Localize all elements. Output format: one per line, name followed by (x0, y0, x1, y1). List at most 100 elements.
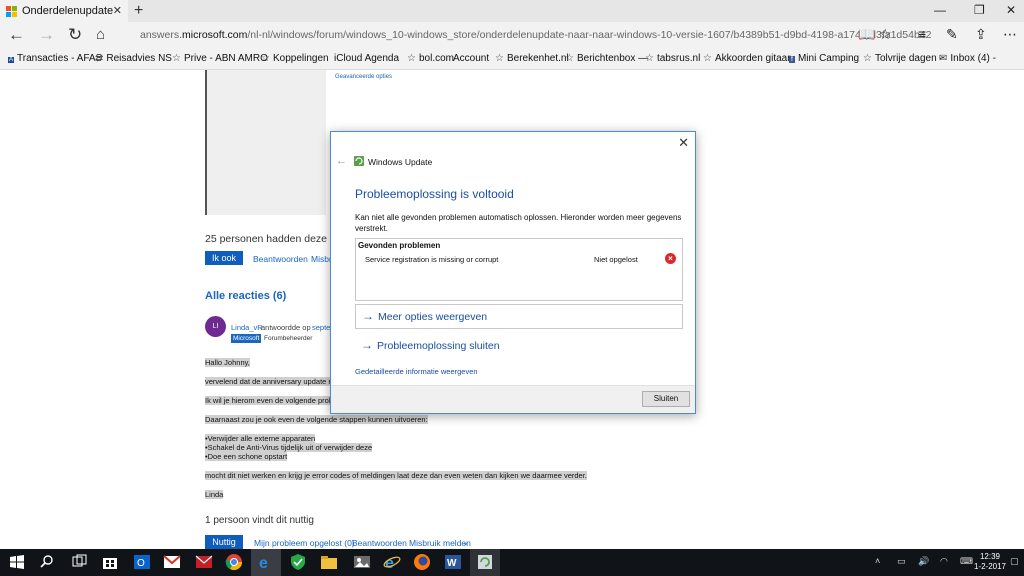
back-arrow-icon[interactable]: ← (8, 25, 25, 45)
start-icon[interactable] (8, 553, 26, 571)
new-tab-button[interactable]: + (134, 2, 143, 20)
outlook-icon[interactable]: O (133, 553, 151, 571)
useful-button[interactable]: Nuttig (205, 535, 243, 549)
svg-text:O: O (137, 558, 145, 569)
reply-bullet-1: •Verwijder alle externe apparaten (205, 434, 316, 443)
answer-link-2[interactable]: Beantwoorden (352, 538, 407, 548)
web-note-icon[interactable]: ✎ (946, 26, 958, 43)
url-domain: microsoft.com (182, 29, 248, 41)
clock-time: 12:39 (979, 552, 1000, 561)
arrow-right-icon: → (361, 338, 373, 352)
network-icon[interactable]: ▭ (897, 556, 906, 567)
shield-icon[interactable] (289, 553, 307, 571)
hub-icon[interactable]: ≡ (918, 26, 926, 42)
edge-icon[interactable]: e (257, 553, 275, 571)
more-options-button[interactable]: → Meer opties weergeven (355, 304, 683, 329)
mail-icon: ✉ (939, 53, 948, 64)
all-replies-heading: Alle reacties (6) (205, 290, 287, 302)
show-hidden-icons[interactable]: ˄ (875, 556, 880, 566)
more-options-label: Meer opties weergeven (378, 311, 488, 323)
fav-berekenhet[interactable]: ☆ Berekenhet.nl (495, 53, 569, 64)
screenshot-image (205, 70, 326, 215)
fav-tolvrije[interactable]: ☆ Tolvrije dagen - (863, 53, 943, 64)
fav-afas[interactable]: A Transacties - AFAS (8, 53, 102, 64)
problem-item[interactable]: Service registration is missing or corru… (365, 255, 498, 264)
restore-button[interactable]: ❐ (974, 3, 985, 17)
fav-koppelingen[interactable]: ☆ Koppelingen (261, 53, 329, 64)
wifi-icon[interactable]: ◠ (940, 556, 948, 567)
tab-close-icon[interactable]: ✕ (113, 4, 122, 17)
star-icon: ☆ (172, 53, 181, 64)
problems-title: Gevonden problemen (358, 241, 441, 250)
dialog-heading: Probleemoplossing is voltooid (355, 187, 514, 201)
avatar: LI (205, 316, 226, 337)
star-icon: ☆ (495, 53, 504, 64)
fav-abn[interactable]: ☆ Prive - ABN AMRO (172, 53, 268, 64)
author-link[interactable]: Linda_vR (231, 323, 263, 332)
fav-mini-camping[interactable]: f Mini Camping (789, 53, 859, 64)
me-too-button[interactable]: Ik ook (205, 251, 243, 265)
home-icon[interactable]: ⌂ (96, 25, 105, 45)
troubleshooter-taskbar-icon[interactable] (476, 553, 494, 571)
reply-line-4: Daarnaast zou je ook even de volgende st… (205, 415, 428, 424)
store-icon[interactable] (101, 553, 119, 571)
close-troubleshooter-button[interactable]: → Probleemoplossing sluiten (355, 334, 683, 359)
helpful-count: 1 persoon vindt dit nuttig (205, 515, 314, 526)
post-date: septe (312, 323, 331, 332)
close-troubleshooter-label: Probleemoplossing sluiten (377, 340, 500, 352)
browser-tab[interactable]: Onderdelenupdate naar ✕ (0, 0, 128, 22)
dialog-close-icon[interactable]: ✕ (678, 135, 689, 151)
share-icon[interactable]: ⇪ (975, 26, 987, 43)
fav-bol[interactable]: ☆ bol.com (407, 53, 454, 64)
star-icon: ☆ (407, 53, 416, 64)
clock-date: 1-2-2017 (973, 562, 1006, 571)
task-view-icon[interactable] (71, 553, 89, 571)
facebook-icon: f (789, 56, 795, 63)
file-explorer-icon[interactable] (320, 553, 338, 571)
forward-arrow-icon[interactable]: → (38, 25, 55, 45)
back-arrow-icon[interactable]: ← (336, 155, 347, 167)
url-path: /nl-nl/windows/forum/windows_10-windows_… (247, 29, 932, 41)
mail-icon[interactable] (195, 553, 213, 571)
fav-inbox[interactable]: ✉ Inbox (4) - (939, 53, 996, 64)
minimize-button[interactable]: — (934, 3, 946, 17)
details-link[interactable]: Gedetailleerde informatie weergeven (355, 367, 478, 376)
word-icon[interactable]: W (444, 553, 462, 571)
close-button[interactable]: Sluiten (642, 391, 690, 407)
notification-icon[interactable]: ▢ (1010, 556, 1019, 567)
reading-view-icon[interactable]: 📖 (858, 26, 875, 43)
internet-explorer-icon[interactable]: e (383, 553, 401, 571)
favorites-bar: A Transacties - AFAS ⇄ Reisadvies NS ☆ Priv… (0, 48, 1024, 70)
fav-akkoorden[interactable]: ☆ Akkoorden gitaar (703, 53, 791, 64)
reply-signature: Linda (205, 490, 224, 499)
star-icon: ☆ (565, 53, 574, 64)
role-label: Forumbeheerder (264, 335, 313, 342)
fav-berichtenbox[interactable]: ☆ Berichtenbox — (565, 53, 648, 64)
clock[interactable]: 12:39 1-2-2017 (974, 552, 1006, 572)
fav-icloud[interactable]: iCloud Agenda (331, 53, 399, 64)
answer-link[interactable]: Beantwoorden (253, 254, 308, 264)
gmail-icon[interactable] (163, 553, 181, 571)
refresh-icon[interactable]: ↻ (68, 25, 82, 45)
firefox-icon[interactable] (413, 553, 431, 571)
fav-tabsrus[interactable]: ☆ tabsrus.nl (645, 53, 700, 64)
solved-link[interactable]: Mijn probleem opgelost (0) (254, 538, 355, 548)
afas-icon: A (8, 57, 15, 63)
chevron-down-icon[interactable]: ⌄ (462, 537, 469, 548)
close-window-button[interactable]: ✕ (1006, 3, 1016, 17)
photos-icon[interactable] (353, 553, 371, 571)
keyboard-icon[interactable]: ⌨ (960, 556, 973, 567)
dialog-app-title: Windows Update (368, 157, 433, 167)
search-icon[interactable] (38, 553, 56, 571)
dialog-footer: Sluiten (331, 385, 695, 413)
fav-account[interactable]: Account (453, 53, 489, 64)
chrome-icon[interactable] (225, 553, 243, 571)
address-bar[interactable]: answers.microsoft.com/nl-nl/windows/foru… (140, 29, 931, 41)
fav-ns[interactable]: ⇄ Reisadvies NS (95, 53, 172, 64)
problems-list: Gevonden problemen Service registration … (355, 238, 683, 301)
advanced-options-link[interactable]: Geavanceerde opties (335, 74, 392, 80)
volume-icon[interactable]: 🔊 (918, 556, 929, 567)
more-icon[interactable]: ⋯ (1003, 26, 1017, 43)
favorite-star-icon[interactable]: ☆ (879, 26, 892, 43)
arrow-right-icon: → (362, 309, 374, 323)
